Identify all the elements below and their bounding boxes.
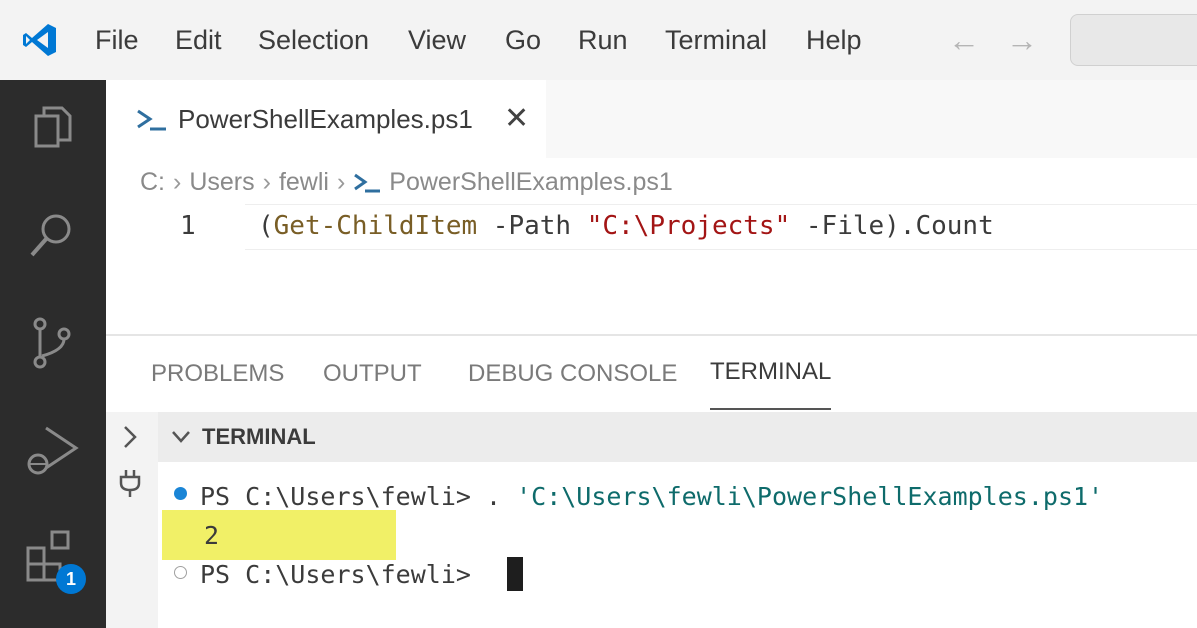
editor-tab[interactable]: PowerShellExamples.ps1 ✕ (106, 80, 546, 158)
editor-tab-label: PowerShellExamples.ps1 (178, 104, 473, 134)
breadcrumb: C: › Users › fewli › PowerShellExamples.ps1 (140, 162, 673, 202)
terminal-cursor (507, 557, 523, 591)
back-arrow-icon[interactable]: ← (948, 20, 980, 60)
breadcrumb-fewli[interactable]: fewli (279, 162, 329, 202)
search-icon[interactable] (22, 205, 82, 265)
code-token: "C:\Projects" (586, 211, 791, 241)
terminal-section-header[interactable]: TERMINAL (158, 412, 1197, 462)
command-success-dot-icon[interactable] (174, 487, 187, 500)
breadcrumb-separator-icon: › (336, 168, 346, 196)
menu-go[interactable]: Go (505, 0, 541, 80)
close-icon[interactable]: ✕ (504, 80, 529, 158)
terminal-command-arg: 'C:\Users\fewli\PowerShellExamples.ps1' (516, 482, 1104, 511)
code-line[interactable]: (Get-ChildItem -Path "C:\Projects" -File… (258, 206, 994, 246)
plug-icon[interactable] (118, 468, 142, 498)
tab-terminal[interactable]: TERMINAL (710, 336, 832, 410)
code-token: -File (790, 211, 885, 241)
menu-help[interactable]: Help (806, 0, 862, 80)
terminal-prompt: PS C:\Users\fewli> (200, 482, 486, 511)
panel-tab-bar: PROBLEMS OUTPUT DEBUG CONSOLE TERMINAL (106, 336, 1197, 412)
terminal-command-line: PS C:\Users\fewli> . 'C:\Users\fewli\Pow… (200, 479, 1103, 515)
breadcrumb-file[interactable]: PowerShellExamples.ps1 (389, 162, 672, 202)
vscode-logo-icon[interactable] (22, 22, 58, 58)
command-center[interactable] (1070, 14, 1197, 66)
run-debug-icon[interactable] (22, 420, 82, 480)
powershell-file-icon (354, 174, 381, 193)
command-pending-dot-icon[interactable] (174, 566, 187, 579)
editor-tab-bar: PowerShellExamples.ps1 ✕ (106, 80, 1197, 158)
terminal-side-strip (106, 412, 158, 628)
menu-run[interactable]: Run (578, 0, 628, 80)
source-control-icon[interactable] (22, 312, 82, 372)
tab-problems[interactable]: PROBLEMS (151, 336, 284, 412)
menu-view[interactable]: View (408, 0, 466, 80)
breadcrumb-drive[interactable]: C: (140, 162, 165, 202)
breadcrumb-separator-icon: › (262, 168, 271, 196)
explorer-icon[interactable] (22, 100, 82, 160)
terminal-section-label: TERMINAL (202, 424, 316, 449)
code-token: ).Count (884, 211, 994, 241)
terminal-output: 2 (204, 521, 220, 550)
title-bar: File Edit Selection View Go Run Terminal… (0, 0, 1197, 80)
breadcrumb-separator-icon: › (173, 168, 182, 196)
code-token: -Path (477, 211, 587, 241)
powershell-file-icon (137, 109, 166, 131)
menu-selection[interactable]: Selection (258, 0, 369, 80)
line-number: 1 (180, 211, 196, 241)
code-token: Get-ChildItem (273, 211, 478, 241)
menu-terminal[interactable]: Terminal (665, 0, 767, 80)
extensions-badge: 1 (56, 564, 86, 594)
output-highlight (162, 510, 396, 560)
forward-arrow-icon[interactable]: → (1006, 20, 1038, 60)
code-token: ( (258, 211, 274, 241)
terminal-prompt: PS C:\Users\fewli> (200, 560, 486, 589)
tab-debug-console[interactable]: DEBUG CONSOLE (468, 336, 677, 412)
chevron-down-icon (172, 431, 190, 443)
menu-edit[interactable]: Edit (175, 0, 222, 80)
activity-bar (0, 80, 106, 628)
breadcrumb-users[interactable]: Users (189, 162, 254, 202)
chevron-right-icon[interactable] (120, 424, 140, 450)
terminal-prompt-line[interactable]: PS C:\Users\fewli> (200, 557, 486, 593)
terminal-command: . (485, 482, 517, 511)
tab-output[interactable]: OUTPUT (323, 336, 422, 412)
menu-file[interactable]: File (95, 0, 139, 80)
